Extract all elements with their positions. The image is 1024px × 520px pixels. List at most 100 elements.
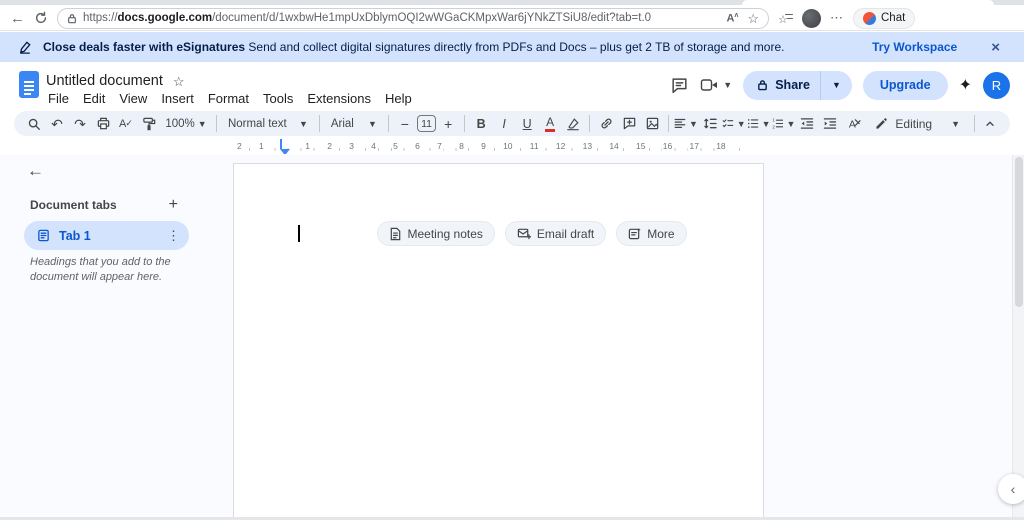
checklist-icon[interactable]: ▼ [722,112,746,135]
banner-text: Close deals faster with eSignatures Send… [43,40,785,54]
gemini-sparkle-icon[interactable]: ✦ [959,75,972,95]
sidebar-item-tab1[interactable]: Tab 1 ⋮ [24,221,189,250]
undo-icon[interactable]: ↶ [46,112,68,135]
share-button[interactable]: Share ▼ [743,70,852,100]
lock-icon[interactable] [67,13,77,24]
lock-icon [758,80,768,91]
star-document-icon[interactable]: ☆ [173,75,185,88]
add-tab-icon[interactable]: + [169,196,178,214]
menu-view[interactable]: View [112,89,154,108]
hide-menus-icon[interactable] [979,112,1001,135]
banner-close-icon[interactable]: × [991,39,1000,56]
increase-font-icon[interactable]: + [437,112,459,135]
text-color-button[interactable]: A [539,112,561,135]
highlight-color-icon[interactable] [562,112,584,135]
underline-button[interactable]: U [516,112,538,135]
toolbar-separator [318,115,320,132]
svg-text:1: 1 [772,118,775,123]
signature-pen-icon [18,40,33,55]
font-size-input[interactable]: 11 [416,115,437,132]
chevron-down-icon[interactable]: ▼ [723,80,732,90]
meeting-notes-chip[interactable]: Meeting notes [376,221,495,246]
decrease-indent-icon[interactable] [796,112,818,135]
print-icon[interactable] [92,112,114,135]
vertical-scrollbar[interactable] [1012,155,1024,520]
align-left-icon[interactable]: ▼ [674,112,698,135]
left-indent-marker[interactable] [279,138,290,154]
show-side-panel-button[interactable]: ‹ [998,474,1024,504]
document-icon [390,227,400,240]
toolbar-separator [668,115,670,132]
toolbar-separator [464,115,466,132]
menu-file[interactable]: File [41,89,76,108]
italic-button[interactable]: I [493,112,515,135]
clear-formatting-icon[interactable]: A [842,112,864,135]
document-title[interactable]: Untitled document [46,73,163,89]
email-draft-chip[interactable]: Email draft [504,221,607,246]
meet-video-icon[interactable]: ▼ [700,77,732,93]
menu-insert[interactable]: Insert [154,89,201,108]
menu-extensions[interactable]: Extensions [300,89,378,108]
editing-mode-label: Editing [895,116,933,131]
insert-link-icon[interactable] [595,112,617,135]
menu-help[interactable]: Help [378,89,419,108]
bulleted-list-icon[interactable]: ▼ [747,112,771,135]
email-plus-icon [517,228,531,240]
spellcheck-icon[interactable]: A ✓ [115,112,137,135]
close-outline-panel-icon[interactable]: ← [27,161,44,181]
toolbar-separator [387,115,389,132]
ruler-scale: 2 1 1 2 3 4 5 6 7 8 9 10 11 12 13 14 15 16 17 18 [236,138,752,154]
browser-back-icon[interactable]: ← [10,11,25,26]
toolbar-separator [974,115,976,132]
address-bar[interactable]: https://docs.google.com/document/d/1wxbw… [57,7,769,29]
numbered-list-icon[interactable]: 12 ▼ [772,112,795,135]
chat-label: Chat [881,12,906,24]
pencil-icon [876,118,888,129]
font-select[interactable]: Arial ▼ [325,112,383,135]
menu-bar: File Edit View Insert Format Tools Exten… [41,89,419,108]
browser-chrome: ← https://docs.google.com/document/d/1wx… [0,0,1024,31]
styles-select[interactable]: Normal text ▼ [222,112,314,135]
document-page[interactable]: Meeting notes Email draft More [233,163,764,520]
chip-label: Email draft [536,226,595,241]
decrease-font-icon[interactable]: − [394,112,416,135]
collections-icon[interactable]: ☆ [778,12,793,26]
smart-chips: Meeting notes Email draft More [376,221,687,246]
compose-sparkle-icon [629,227,641,240]
favorite-star-icon[interactable]: ☆ [747,12,759,25]
promo-banner: Close deals faster with eSignatures Send… [0,32,1024,62]
read-aloud-icon[interactable]: Aʌ [726,12,738,25]
browser-reload-icon[interactable] [34,11,48,25]
line-spacing-icon[interactable] [699,112,721,135]
zoom-select[interactable]: 100% ▼ [161,112,211,135]
docs-logo-icon[interactable] [19,71,39,98]
upgrade-button[interactable]: Upgrade [862,70,948,100]
paint-format-icon[interactable] [138,112,160,135]
chip-label: Meeting notes [407,226,483,241]
add-comment-icon[interactable] [618,112,640,135]
toolbar-band: ↶ ↷ A ✓ 100% ▼ Normal text ▼ Arial ▼ − 11 + … [0,110,1024,137]
search-menus-icon[interactable] [23,112,45,135]
browser-menu-icon[interactable]: ⋯ [830,10,844,26]
share-dropdown[interactable]: ▼ [819,70,852,100]
chat-button[interactable]: Chat [853,7,916,29]
increase-indent-icon[interactable] [819,112,841,135]
menu-format[interactable]: Format [201,89,256,108]
ruler[interactable]: 2 1 1 2 3 4 5 6 7 8 9 10 11 12 13 14 15 16 17 18 [0,137,1024,155]
tab-options-kebab-icon[interactable]: ⋮ [167,228,180,244]
insert-image-icon[interactable] [641,112,663,135]
bold-button[interactable]: B [470,112,492,135]
browser-profile-avatar[interactable] [802,8,821,28]
redo-icon[interactable]: ↷ [69,112,91,135]
account-avatar[interactable]: R [983,71,1010,99]
comment-history-icon[interactable] [670,76,689,95]
more-templates-chip[interactable]: More [616,221,687,246]
try-workspace-link[interactable]: Try Workspace [872,40,957,54]
upgrade-label: Upgrade [879,78,931,92]
menu-edit[interactable]: Edit [76,89,112,108]
editing-mode-select[interactable]: Editing ▼ [865,112,970,135]
toolbar-separator [216,115,217,132]
menu-tools[interactable]: Tools [256,89,300,108]
tab-label: Tab 1 [59,228,91,243]
scrollbar-thumb[interactable] [1015,157,1023,307]
